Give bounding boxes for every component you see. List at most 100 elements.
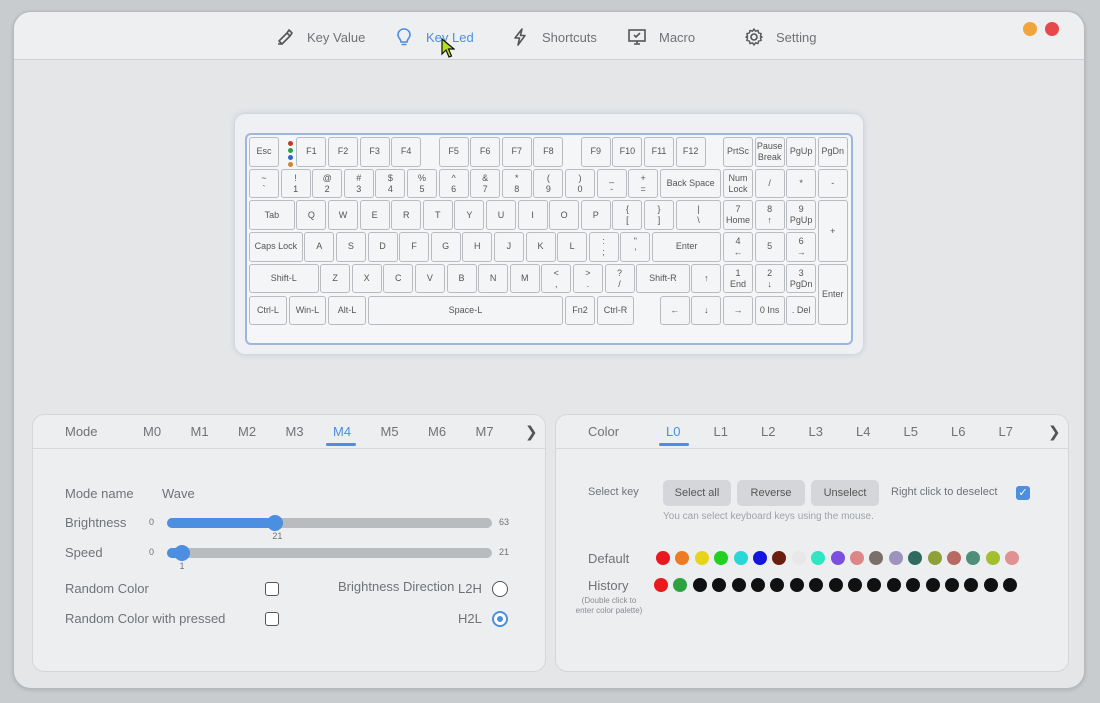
nav-key-led[interactable]: Key Led — [394, 26, 474, 48]
speed-slider[interactable] — [167, 545, 492, 561]
keyboard-key[interactable]: F8 — [533, 137, 564, 167]
keyboard-key[interactable]: 3 PgDn — [786, 263, 817, 294]
history-color-swatch[interactable] — [848, 578, 862, 592]
keyboard-key[interactable]: ~ ` — [249, 168, 279, 199]
keyboard-key[interactable]: G — [430, 232, 461, 262]
keyboard-key[interactable]: Enter — [817, 263, 848, 326]
keyboard-key[interactable]: C — [383, 263, 414, 294]
chevron-right-icon[interactable]: ❯ — [1048, 423, 1061, 441]
keyboard-key[interactable]: Ctrl-L — [249, 295, 287, 326]
keyboard-key[interactable]: Esc — [249, 137, 279, 167]
keyboard-key[interactable]: >. — [572, 263, 603, 294]
history-color-swatch[interactable] — [828, 578, 843, 592]
keyboard-key[interactable]: R — [391, 200, 422, 231]
default-color-swatch[interactable] — [985, 551, 1000, 565]
default-color-swatch[interactable] — [830, 551, 845, 565]
history-color-swatch[interactable] — [945, 578, 959, 592]
keyboard-key[interactable]: ^ 6 — [438, 168, 469, 199]
keyboard-key[interactable]: . Del — [786, 295, 817, 326]
keyboard-key[interactable]: Caps Lock — [249, 232, 303, 262]
select-all-button[interactable]: Select all — [663, 480, 731, 506]
random-color-pressed-checkbox[interactable] — [265, 612, 279, 626]
keyboard-key[interactable]: / — [754, 168, 785, 199]
keyboard-key[interactable]: ) 0 — [565, 168, 595, 199]
keyboard-key[interactable]: L — [557, 232, 588, 262]
keyboard-key[interactable]: PgUp — [786, 137, 817, 167]
keyboard-key[interactable]: % 5 — [407, 168, 437, 199]
keyboard-key[interactable]: B — [446, 263, 477, 294]
keyboard-key[interactable]: Space-L — [367, 295, 564, 326]
history-color-swatch[interactable] — [751, 578, 765, 592]
keyboard-key[interactable]: Shift-R — [636, 263, 690, 294]
history-color-swatch[interactable] — [731, 578, 746, 592]
keyboard-key[interactable]: Shift-L — [249, 263, 319, 294]
keyboard-key[interactable]: Win-L — [288, 295, 327, 326]
default-color-swatch[interactable] — [733, 551, 748, 565]
keyboard-key[interactable]: 1 End — [723, 263, 753, 294]
keyboard-key[interactable]: ! 1 — [280, 168, 311, 199]
random-color-checkbox[interactable] — [265, 582, 279, 596]
default-color-swatch[interactable] — [947, 551, 961, 565]
keyboard-key[interactable]: ↑ — [691, 263, 722, 294]
mode-tab-m1[interactable]: M1 — [191, 424, 209, 439]
keyboard-key[interactable]: X — [351, 263, 382, 294]
color-tab-l7[interactable]: L7 — [999, 424, 1013, 439]
keyboard-key[interactable]: U — [486, 200, 516, 231]
keyboard-key[interactable]: P — [580, 200, 611, 231]
keyboard-key[interactable]: * — [786, 168, 817, 199]
mode-tab-m4[interactable]: M4 — [333, 424, 351, 439]
keyboard-key[interactable]: V — [414, 263, 445, 294]
keyboard-key[interactable]: A — [304, 232, 335, 262]
color-tab-l4[interactable]: L4 — [856, 424, 870, 439]
keyboard-key[interactable]: }] — [644, 200, 674, 231]
keyboard-key[interactable]: :; — [588, 232, 619, 262]
keyboard-key[interactable]: Fn2 — [565, 295, 595, 326]
nav-setting[interactable]: Setting — [744, 26, 816, 48]
keyboard-key[interactable]: 5 — [754, 232, 785, 262]
default-color-swatch[interactable] — [850, 551, 864, 565]
color-tab-l6[interactable]: L6 — [951, 424, 965, 439]
keyboard-key[interactable]: F6 — [470, 137, 501, 167]
keyboard-key[interactable]: + — [817, 200, 848, 262]
mode-tab-m0[interactable]: M0 — [143, 424, 161, 439]
keyboard-key[interactable]: + = — [628, 168, 659, 199]
keyboard-key[interactable]: J — [493, 232, 524, 262]
keyboard-key[interactable]: @2 — [312, 168, 343, 199]
h2l-radio[interactable] — [492, 611, 508, 627]
keyboard-key[interactable]: 7 Home — [723, 200, 753, 231]
keyboard-key[interactable]: N — [478, 263, 509, 294]
history-color-swatch[interactable] — [925, 578, 940, 592]
keyboard-key[interactable]: F2 — [328, 137, 358, 167]
mode-tab-m6[interactable]: M6 — [428, 424, 446, 439]
keyboard-key[interactable]: $4 — [375, 168, 406, 199]
keyboard-key[interactable]: 8 ↑ — [754, 200, 785, 231]
default-color-swatch[interactable] — [888, 551, 903, 565]
keyboard-key[interactable]: Ctrl-R — [596, 295, 635, 326]
mode-tab-m2[interactable]: M2 — [238, 424, 256, 439]
keyboard-key[interactable]: Alt-L — [328, 295, 366, 326]
nav-shortcuts[interactable]: Shortcuts — [510, 26, 597, 48]
keyboard-key[interactable]: Pause Break — [754, 137, 785, 167]
nav-macro[interactable]: Macro — [627, 26, 695, 48]
keyboard-key[interactable]: S — [335, 232, 366, 262]
brightness-slider[interactable] — [167, 515, 492, 531]
keyboard-key[interactable]: #3 — [343, 168, 374, 199]
keyboard-key[interactable]: F11 — [644, 137, 674, 167]
default-color-swatch[interactable] — [753, 551, 767, 565]
close-button[interactable] — [1045, 22, 1059, 36]
keyboard-key[interactable]: F3 — [359, 137, 390, 167]
mode-tab-m7[interactable]: M7 — [476, 424, 494, 439]
unselect-button[interactable]: Unselect — [811, 480, 879, 506]
keyboard-key[interactable]: F5 — [438, 137, 469, 167]
default-color-swatch[interactable] — [791, 551, 806, 565]
l2h-radio[interactable] — [492, 581, 508, 597]
keyboard-key[interactable]: 4 ← — [723, 232, 753, 262]
keyboard-key[interactable]: 9 PgUp — [786, 200, 817, 231]
nav-key-value[interactable]: Key Value — [275, 26, 365, 48]
keyboard-key[interactable]: 0 Ins — [754, 295, 785, 326]
reverse-button[interactable]: Reverse — [737, 480, 805, 506]
keyboard-key[interactable]: ↓ — [691, 295, 722, 326]
history-color-swatch[interactable] — [886, 578, 901, 592]
keyboard-key[interactable]: I — [517, 200, 548, 231]
default-color-swatch[interactable] — [694, 551, 709, 565]
